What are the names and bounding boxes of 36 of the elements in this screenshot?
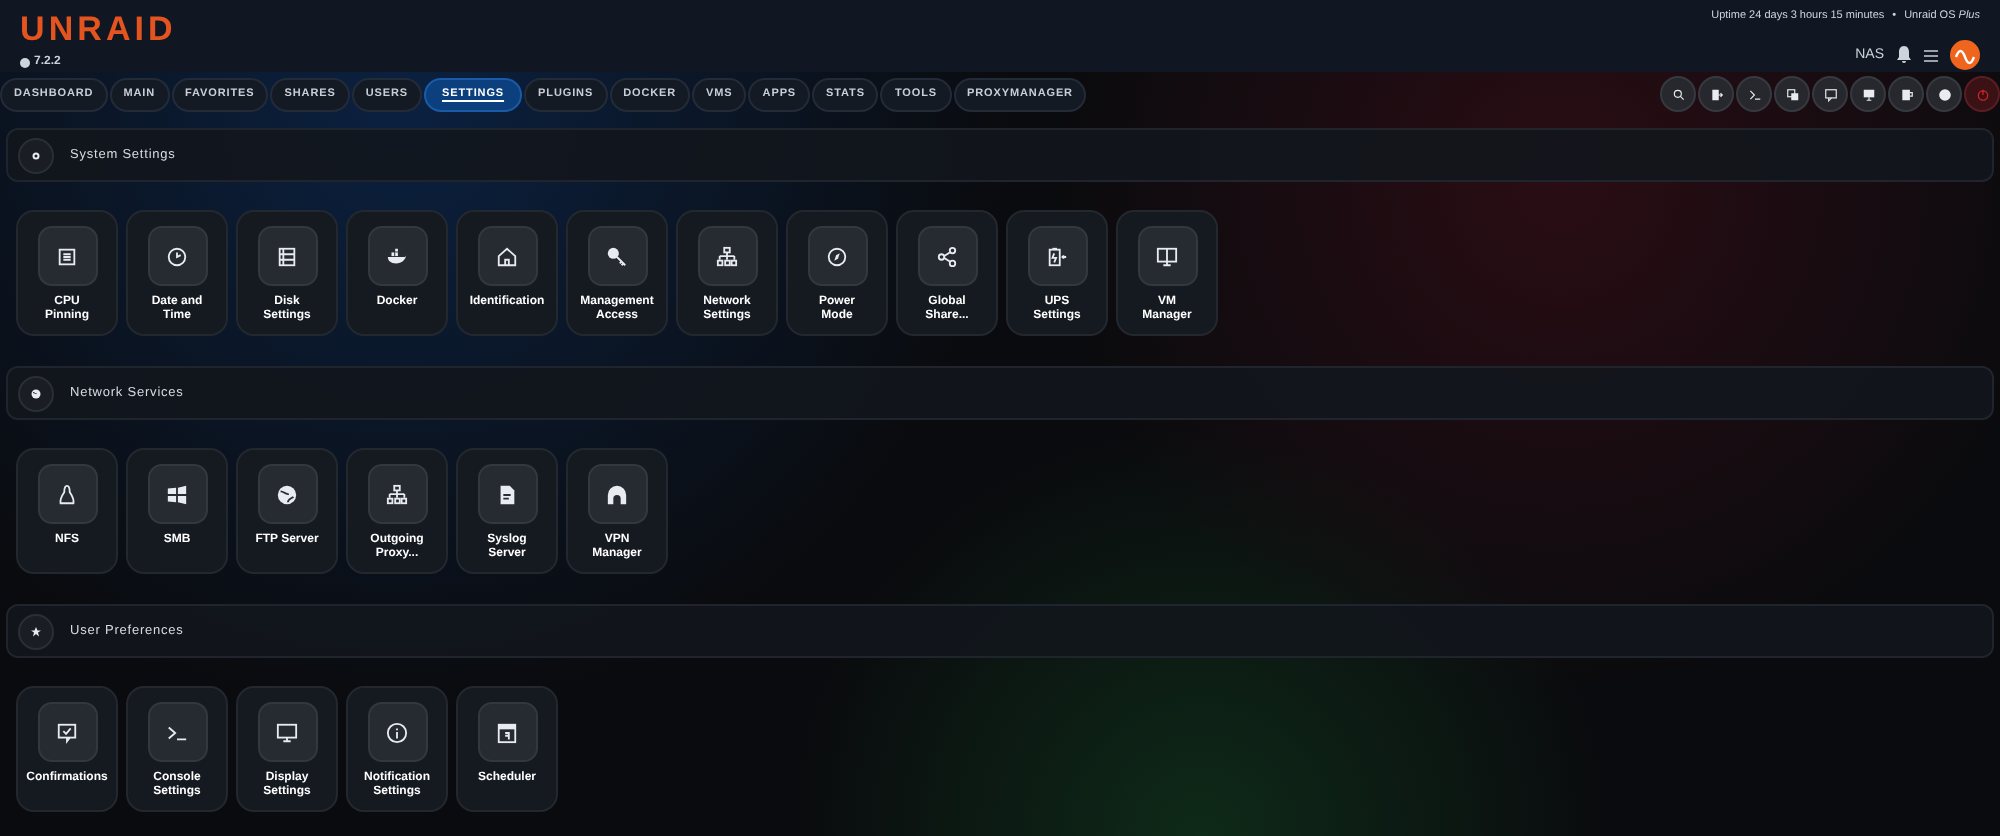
logout-button[interactable] [1698, 76, 1734, 112]
search-button[interactable] [1660, 76, 1696, 112]
clock-icon [166, 245, 188, 267]
monitor-button[interactable] [1850, 76, 1886, 112]
terminal-icon [1747, 87, 1761, 101]
network-icon [716, 245, 738, 267]
logout-icon [1709, 87, 1723, 101]
star-icon [30, 625, 42, 637]
share-icon [936, 245, 958, 267]
list-icon [276, 245, 298, 267]
terminal-icon [166, 721, 188, 743]
logo[interactable]: UNRAID [20, 12, 177, 48]
copy-button[interactable] [1774, 76, 1810, 112]
monitor-icon [1861, 87, 1875, 101]
power-icon [1975, 87, 1989, 101]
monitor-icon [1156, 245, 1178, 267]
search-icon [1671, 87, 1685, 101]
tunnel-icon [606, 483, 628, 505]
key-icon [606, 245, 628, 267]
home-icon [496, 245, 518, 267]
compass-icon [826, 245, 848, 267]
copy-icon [1785, 87, 1799, 101]
network-icon [386, 483, 408, 505]
message-check-icon [56, 721, 78, 743]
gear-icon [30, 149, 42, 161]
info-icon [386, 721, 408, 743]
cpu-icon [56, 245, 78, 267]
windows-icon [166, 483, 188, 505]
bell-icon[interactable] [1896, 46, 1912, 65]
feedback-icon [1823, 87, 1837, 101]
calendar-icon [496, 721, 518, 743]
avatar-logo-icon[interactable] [1950, 40, 1980, 71]
feedback-button[interactable] [1812, 76, 1848, 112]
monitor-icon [276, 721, 298, 743]
battery-icon [1046, 245, 1068, 267]
menu-icon[interactable] [1924, 49, 1938, 62]
